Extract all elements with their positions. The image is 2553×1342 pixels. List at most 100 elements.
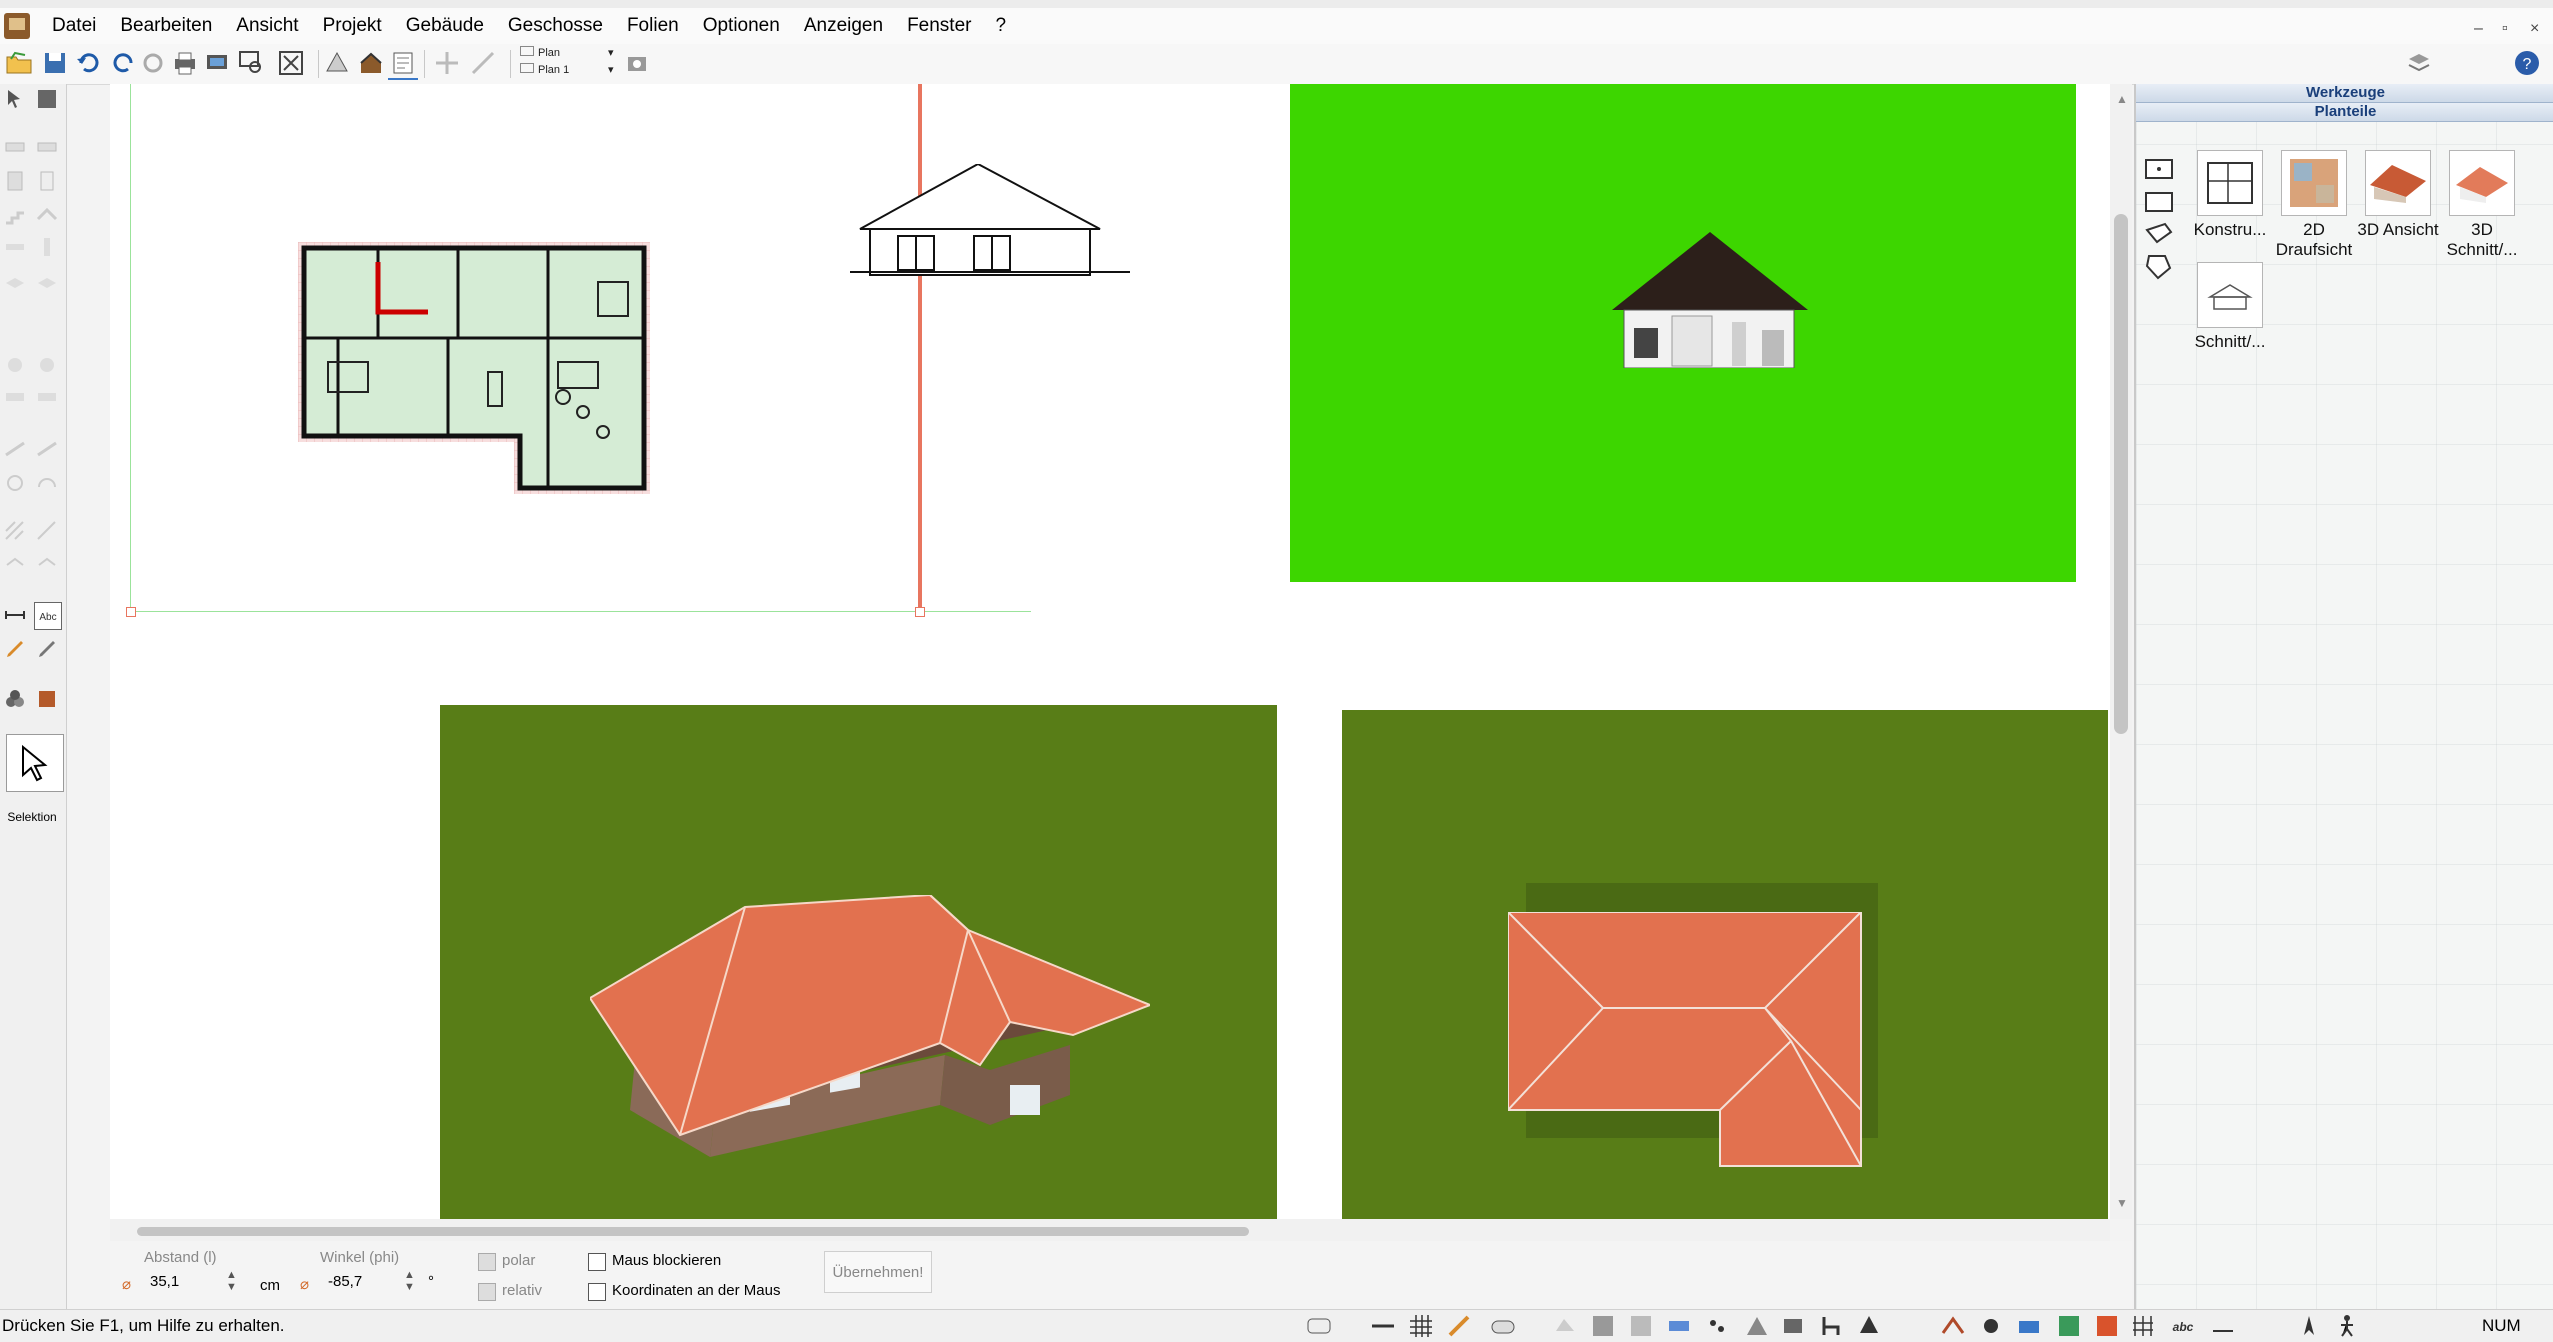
view-3d-toggle-icon[interactable] [2094, 1313, 2120, 1339]
column-tool-icon[interactable] [34, 234, 60, 260]
catalog-tool-icon[interactable] [34, 686, 60, 712]
multi-select-icon[interactable] [34, 86, 60, 112]
perspective-3d-viewport[interactable] [440, 705, 1277, 1219]
polygon-shape-icon[interactable] [2144, 252, 2174, 282]
plan-selector-top[interactable]: Plan ▾ [520, 46, 614, 59]
group-tool-icon[interactable] [2, 686, 28, 712]
scroll-up-icon[interactable]: ▲ [2116, 92, 2128, 106]
text-tool-icon[interactable]: Abc [34, 602, 62, 630]
chair-icon[interactable] [1818, 1313, 1844, 1339]
line-type-icon[interactable] [1370, 1313, 1396, 1339]
vertical-scroll-thumb[interactable] [2114, 214, 2128, 734]
winkel-input[interactable]: -85,7 [328, 1273, 362, 1290]
tree-icon[interactable] [1856, 1313, 1882, 1339]
horizontal-scrollbar[interactable] [110, 1219, 2110, 1241]
menu-folien[interactable]: Folien [615, 8, 691, 44]
menu-datei[interactable]: Datei [40, 8, 108, 44]
terrain-tool-icon[interactable] [2, 384, 28, 410]
minimize-button[interactable]: – [2474, 20, 2483, 38]
symbol-tool-icon[interactable] [2, 552, 28, 578]
tile-konstruktion[interactable]: Konstru... [2188, 150, 2272, 240]
furniture-tool-icon[interactable] [2, 352, 28, 378]
rectangle-shape-icon[interactable] [2144, 187, 2174, 217]
lock-icon[interactable]: ⌀ [122, 1275, 131, 1293]
app-icon[interactable] [4, 13, 30, 39]
maus-blockieren-checkbox[interactable] [588, 1253, 606, 1271]
restore-button[interactable]: ▫ [2502, 20, 2508, 38]
panel-header-werkzeuge[interactable]: Werkzeuge [2136, 84, 2553, 103]
grid-icon[interactable] [1408, 1313, 1434, 1339]
view-2d-icon[interactable] [322, 48, 352, 78]
menu-bearbeiten[interactable]: Bearbeiten [108, 8, 224, 44]
opening-tool-icon[interactable] [34, 268, 60, 294]
menu-ansicht[interactable]: Ansicht [224, 8, 310, 44]
elevation-drawing[interactable] [850, 164, 1140, 294]
furniture-icon[interactable] [1780, 1313, 1806, 1339]
plan-view-icon[interactable] [388, 48, 418, 80]
dimension-tool-icon[interactable] [2, 602, 28, 628]
zoom-window-icon[interactable] [236, 48, 266, 78]
koordinaten-checkbox[interactable] [588, 1283, 606, 1301]
slab-tool-icon[interactable] [2, 268, 28, 294]
lock-icon[interactable]: ⌀ [300, 1275, 309, 1293]
door-tool-icon[interactable] [34, 168, 60, 194]
print-preview-icon[interactable] [202, 48, 232, 78]
walking-person-icon[interactable] [2334, 1313, 2360, 1339]
wall-3d-tool-icon[interactable] [34, 134, 60, 160]
view-3d-icon[interactable] [356, 48, 386, 78]
lasso-shape-icon[interactable] [2144, 220, 2174, 250]
section-3d-viewport[interactable] [1290, 84, 2076, 582]
plant-tool-icon[interactable] [34, 384, 60, 410]
tile-2d-draufsicht[interactable]: 2D Draufsicht [2272, 150, 2356, 260]
north-arrow-icon[interactable] [2296, 1313, 2322, 1339]
open-folder-icon[interactable] [4, 48, 34, 78]
pointer-icon[interactable] [2, 86, 28, 112]
plan-canvas[interactable] [110, 84, 2110, 1219]
top-3d-viewport[interactable] [1342, 710, 2108, 1219]
menu-projekt[interactable]: Projekt [311, 8, 394, 44]
menu-geschosse[interactable]: Geschosse [496, 8, 615, 44]
settings-icon[interactable] [1978, 1313, 2004, 1339]
floor-plan-drawing[interactable] [298, 242, 650, 494]
abstand-input[interactable]: 35,1 [150, 1273, 179, 1290]
stair-tool-icon[interactable] [2, 202, 28, 228]
arc-tool-icon[interactable] [34, 470, 60, 496]
fill-tool-icon[interactable] [34, 518, 60, 544]
water-icon[interactable] [2016, 1313, 2042, 1339]
beam-tool-icon[interactable] [2, 234, 28, 260]
pencil-tool-icon[interactable] [2, 636, 28, 662]
tile-3d-schnitt[interactable]: 3D Schnitt/... [2440, 150, 2524, 260]
tile-3d-ansicht[interactable]: 3D Ansicht [2356, 150, 2440, 240]
scroll-down-icon[interactable]: ▼ [2116, 1196, 2128, 1210]
scaffold-icon[interactable] [2130, 1313, 2156, 1339]
measure-icon[interactable] [468, 48, 498, 78]
menu-optionen[interactable]: Optionen [691, 8, 792, 44]
menu-anzeigen[interactable]: Anzeigen [792, 8, 895, 44]
pencil-icon[interactable] [1446, 1313, 1472, 1339]
roof-tool-icon[interactable] [34, 202, 60, 228]
pen-tool-icon[interactable] [34, 636, 60, 662]
horizontal-scroll-thumb[interactable] [137, 1227, 1249, 1236]
save-icon[interactable] [40, 48, 70, 78]
polar-checkbox[interactable] [478, 1253, 496, 1271]
menu-help[interactable]: ? [983, 8, 1018, 44]
hatch-icon[interactable] [1590, 1313, 1616, 1339]
panel-header-planteile[interactable]: Planteile [2136, 103, 2553, 122]
plan-selector-bottom[interactable]: Plan 1 ▾ [520, 63, 614, 76]
help-icon[interactable]: ? [2512, 48, 2542, 78]
line-tool-icon[interactable] [2, 436, 28, 462]
dimension-text-icon[interactable] [2210, 1313, 2236, 1339]
zoom-fit-icon[interactable] [276, 48, 306, 78]
uebernehmen-button[interactable]: Übernehmen! [824, 1251, 932, 1293]
selection-handle[interactable] [126, 607, 136, 617]
object-tool-icon[interactable] [34, 352, 60, 378]
roof-icon[interactable] [1940, 1313, 1966, 1339]
vertical-scrollbar[interactable]: ▲ ▼ [2110, 84, 2132, 1219]
room-tool-icon[interactable] [2, 168, 28, 194]
plan-settings-icon[interactable] [622, 48, 652, 78]
terrain-icon[interactable] [2056, 1313, 2082, 1339]
selection-tool-button[interactable] [6, 734, 64, 792]
text-style-icon[interactable]: abc [2170, 1313, 2196, 1339]
hatch-tool-icon[interactable] [2, 518, 28, 544]
tile-schnitt[interactable]: Schnitt/... [2188, 262, 2272, 352]
